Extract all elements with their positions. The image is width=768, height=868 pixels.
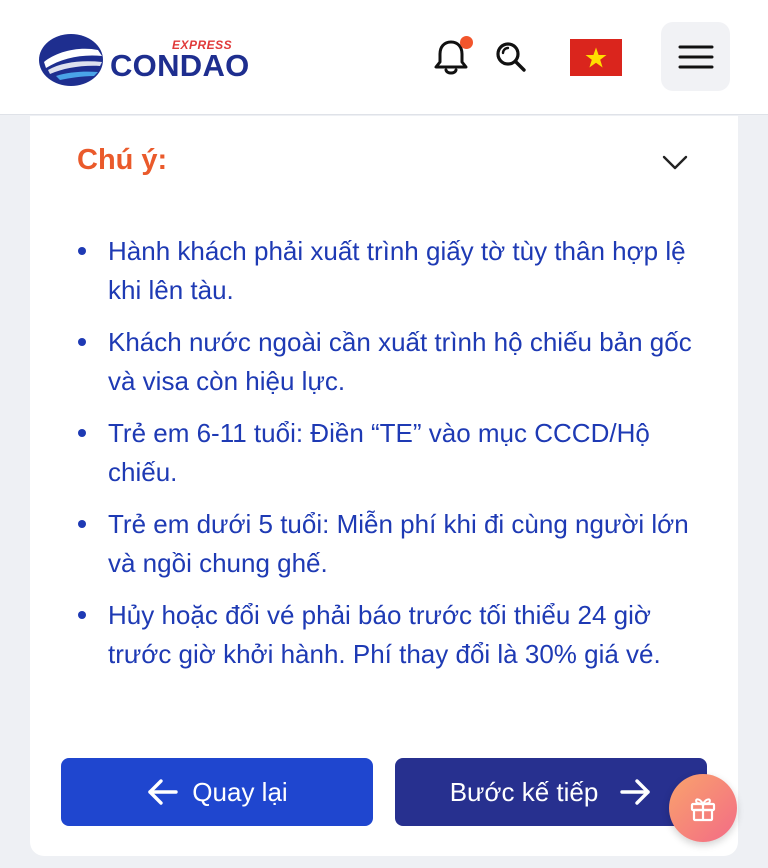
note-text: Trẻ em dưới 5 tuổi: Miễn phí khi đi cùng… [108, 509, 689, 578]
bullet-dot [78, 429, 86, 437]
search-icon [496, 42, 526, 72]
notes-list: Hành khách phải xuất trình giấy tờ tùy t… [72, 232, 712, 687]
list-item: Trẻ em 6-11 tuổi: Điền “TE” vào mục CCCD… [72, 414, 712, 492]
list-item: Hành khách phải xuất trình giấy tờ tùy t… [72, 232, 712, 310]
gift-promo-button[interactable] [669, 774, 737, 842]
back-button[interactable]: Quay lại [61, 758, 373, 826]
notes-title: Chú ý: [77, 144, 168, 176]
logo-brand: CONDAO [110, 48, 250, 83]
list-item: Trẻ em dưới 5 tuổi: Miễn phí khi đi cùng… [72, 505, 712, 583]
notification-button[interactable] [430, 36, 473, 78]
arrow-right-icon [620, 778, 652, 806]
note-text: Hành khách phải xuất trình giấy tờ tùy t… [108, 236, 686, 305]
top-header: EXPRESS CONDAO [0, 0, 768, 115]
bullet-dot [78, 611, 86, 619]
condao-express-logo[interactable]: EXPRESS CONDAO [38, 32, 249, 88]
chevron-down-icon [662, 155, 688, 170]
hamburger-menu-icon [678, 45, 713, 68]
next-step-button[interactable]: Bước kế tiếp [395, 758, 707, 826]
back-button-label: Quay lại [192, 776, 288, 807]
language-flag-vietnam[interactable] [570, 39, 622, 76]
notification-dot [460, 36, 473, 49]
next-button-label: Bước kế tiếp [449, 776, 599, 807]
list-item: Khách nước ngoài cần xuất trình hộ chiếu… [72, 323, 712, 401]
gift-icon [690, 798, 716, 822]
menu-button[interactable] [661, 22, 730, 91]
note-text: Khách nước ngoài cần xuất trình hộ chiếu… [108, 327, 692, 396]
collapse-toggle[interactable] [658, 146, 692, 180]
bullet-dot [78, 247, 86, 255]
star-icon [585, 47, 607, 67]
list-item: Hủy hoặc đổi vé phải báo trước tối thiểu… [72, 596, 712, 674]
bullet-dot [78, 520, 86, 528]
ferry-logo-icon [39, 34, 103, 86]
search-button[interactable] [490, 36, 532, 78]
note-text: Hủy hoặc đổi vé phải báo trước tối thiểu… [108, 600, 661, 669]
bullet-dot [78, 338, 86, 346]
note-text: Trẻ em 6-11 tuổi: Điền “TE” vào mục CCCD… [108, 418, 650, 487]
arrow-left-icon [146, 778, 178, 806]
